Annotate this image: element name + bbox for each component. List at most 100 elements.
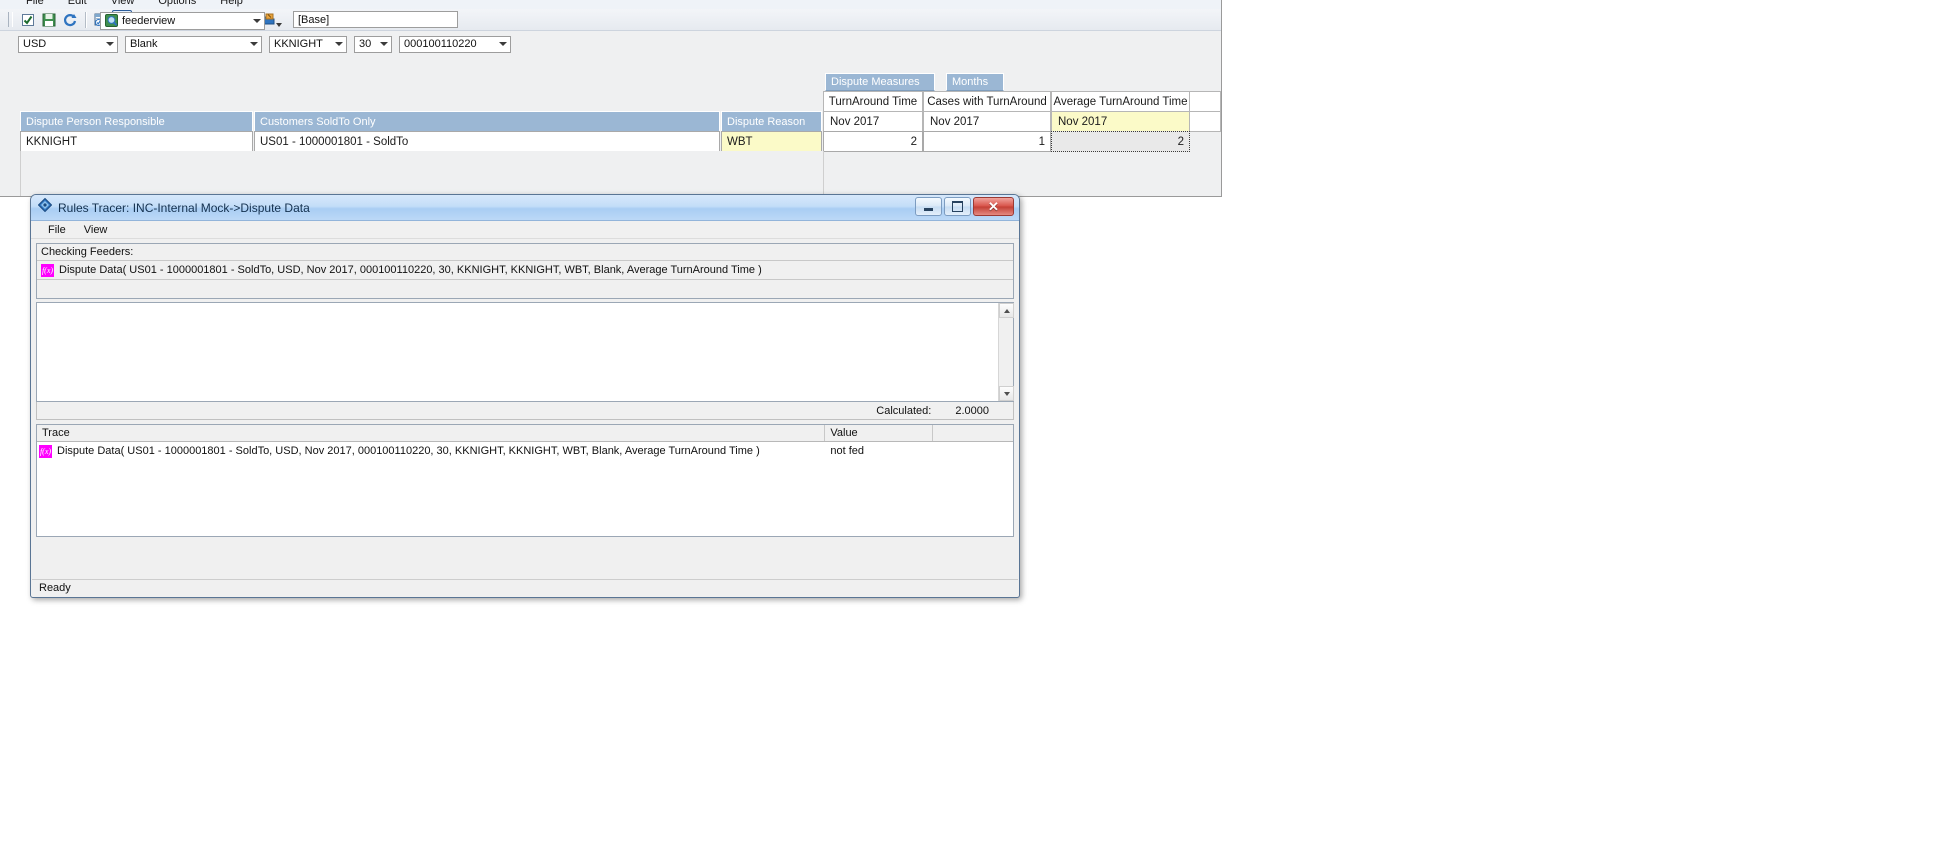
save-icon[interactable] — [39, 10, 59, 30]
cell-average-turnaround-time-text: 2 — [1177, 135, 1184, 148]
base-combo-value: [Base] — [298, 13, 330, 26]
calculated-label: Calculated: — [876, 404, 932, 417]
menu-help-label: Help — [220, 0, 243, 7]
filter-toolbar: USD Blank KKNIGHT 30 000100110220 — [0, 33, 1221, 55]
measure-header-turnaround-time-label: TurnAround Time — [828, 95, 918, 108]
chevron-up-icon — [1003, 308, 1010, 313]
period-header-average-turnaround-time[interactable]: Nov 2017 — [1051, 111, 1190, 132]
measure-header-cases-with-turnaround[interactable]: Cases with TurnAround — [923, 91, 1051, 112]
currency-combo[interactable]: USD — [18, 35, 118, 53]
trace-row-value: not fed — [830, 445, 865, 457]
dialog-title-text: Rules Tracer: INC-Internal Mock->Dispute… — [58, 200, 310, 215]
dialog-menu-view[interactable]: View — [75, 223, 117, 237]
column-group-dispute-measures-label: Dispute Measures — [831, 76, 920, 88]
refresh-icon[interactable] — [60, 10, 80, 30]
trace-column-header-value-label: Value — [830, 427, 858, 439]
scroll-down-button[interactable] — [999, 386, 1014, 401]
maximize-button[interactable] — [944, 197, 971, 216]
calculated-value: 2.0000 — [955, 404, 989, 417]
calculated-row: Calculated: 2.0000 — [36, 402, 1014, 420]
cell-average-turnaround-time-value[interactable]: 2 — [1051, 131, 1190, 152]
period-header-cases-with-turnaround[interactable]: Nov 2017 — [923, 111, 1051, 132]
trace-table-header: Trace Value — [37, 425, 1013, 442]
cell-cases-with-turnaround-text: 1 — [1038, 135, 1045, 148]
rule-detail-scrollbar[interactable] — [998, 303, 1014, 401]
measure-header-average-turnaround-time[interactable]: Average TurnAround Time — [1051, 91, 1190, 112]
row-header-dispute-person-responsible[interactable]: Dispute Person Responsible — [20, 111, 253, 132]
cell-customer[interactable]: US01 - 1000001801 - SoldTo — [254, 131, 720, 152]
period-header-turnaround-time-label: Nov 2017 — [830, 115, 880, 128]
feeder-entry-row[interactable]: f(x) Dispute Data( US01 - 1000001801 - S… — [37, 261, 1013, 280]
column-group-dispute-measures[interactable]: Dispute Measures — [825, 73, 935, 91]
cell-turnaround-time-value[interactable]: 2 — [823, 131, 923, 152]
check-icon[interactable] — [18, 10, 38, 30]
row-header-customers-soldto-only-label: Customers SoldTo Only — [260, 115, 376, 128]
screen-root: File Edit View Options Help [Base] feede… — [0, 0, 1935, 868]
menu-file[interactable]: File — [14, 0, 56, 9]
column-group-months[interactable]: Months — [946, 73, 1004, 91]
table-row[interactable]: f(x) Dispute Data( US01 - 1000001801 - S… — [37, 442, 1013, 460]
scroll-up-button[interactable] — [999, 303, 1014, 318]
cell-dispute-person[interactable]: KKNIGHT — [20, 131, 253, 152]
cell-turnaround-time-text: 2 — [910, 135, 917, 148]
minimize-button[interactable] — [915, 197, 942, 216]
measure-header-cases-with-turnaround-label: Cases with TurnAround — [927, 95, 1047, 108]
person-combo-value: KKNIGHT — [274, 38, 323, 50]
chevron-down-icon — [250, 42, 258, 46]
formula-fx-icon: f(x) — [39, 444, 52, 458]
cell-dispute-person-value: KKNIGHT — [26, 135, 78, 148]
minimize-icon — [924, 208, 933, 211]
view-combo[interactable]: feederview — [100, 12, 265, 30]
person-combo[interactable]: KKNIGHT — [269, 35, 347, 53]
menu-edit-label: Edit — [67, 0, 87, 7]
menu-view[interactable]: View — [99, 0, 147, 9]
chevron-down-icon — [380, 42, 388, 46]
period-header-turnaround-time[interactable]: Nov 2017 — [823, 111, 923, 132]
dialog-menu-file[interactable]: File — [39, 223, 75, 237]
row-header-customers-soldto-only[interactable]: Customers SoldTo Only — [254, 111, 720, 132]
view-combo-icon — [105, 14, 119, 28]
row-header-dispute-reason-label: Dispute Reason — [727, 115, 806, 128]
period-header-average-turnaround-time-label: Nov 2017 — [1058, 115, 1108, 128]
maximize-icon — [952, 201, 963, 212]
feeder-entry-text: Dispute Data( US01 - 1000001801 - SoldTo… — [59, 264, 762, 276]
trace-column-header-extra[interactable] — [933, 425, 1013, 441]
cell-cases-with-turnaround-value[interactable]: 1 — [923, 131, 1051, 152]
dialog-menu-file-label: File — [48, 223, 66, 236]
dialog-title-bar[interactable]: Rules Tracer: INC-Internal Mock->Dispute… — [31, 195, 1019, 221]
dialog-menu-view-label: View — [83, 223, 108, 236]
base-combo[interactable]: [Base] — [293, 11, 458, 28]
trace-row-text: Dispute Data( US01 - 1000001801 - SoldTo… — [57, 445, 760, 457]
close-button[interactable]: ✕ — [973, 197, 1014, 216]
column-group-months-label: Months — [952, 76, 989, 88]
rules-tracer-dialog: Rules Tracer: INC-Internal Mock->Dispute… — [30, 194, 1020, 598]
feeder-list-filler — [37, 280, 1013, 298]
trace-column-header-value[interactable]: Value — [825, 425, 934, 441]
currency-combo-value: USD — [23, 38, 47, 50]
menu-edit[interactable]: Edit — [56, 0, 99, 9]
trace-panel: Trace Value f(x) Dispute Data( US01 - 10… — [36, 424, 1014, 537]
measure-header-turnaround-time[interactable]: TurnAround Time — [823, 91, 923, 112]
period-header-cases-with-turnaround-label: Nov 2017 — [930, 115, 980, 128]
menu-file-label: File — [26, 0, 44, 7]
rule-detail-pane[interactable] — [36, 302, 1014, 402]
cell-dispute-reason[interactable]: WBT — [721, 131, 822, 152]
toolbar-grip[interactable] — [8, 12, 13, 27]
row-header-dispute-reason[interactable]: Dispute Reason — [721, 111, 822, 132]
menu-options[interactable]: Options — [146, 0, 208, 9]
measure-header-average-turnaround-time-label: Average TurnAround Time — [1053, 95, 1188, 108]
document-combo-value: 000100110220 — [404, 38, 477, 50]
cell-dispute-reason-value: WBT — [727, 135, 753, 148]
days-combo[interactable]: 30 — [354, 35, 392, 53]
trace-column-header-trace[interactable]: Trace — [37, 425, 826, 441]
dialog-status-bar: Ready — [32, 579, 1018, 596]
document-combo[interactable]: 000100110220 — [399, 35, 511, 53]
close-icon: ✕ — [988, 199, 999, 214]
menu-options-label: Options — [158, 0, 197, 7]
period-header-filler — [1190, 111, 1221, 132]
menu-help[interactable]: Help — [208, 0, 255, 9]
main-application-window: File Edit View Options Help [Base] feede… — [0, 0, 1222, 197]
version-combo[interactable]: Blank — [125, 35, 262, 53]
measure-header-filler — [1190, 91, 1221, 112]
view-combo-value: feederview — [122, 15, 176, 27]
